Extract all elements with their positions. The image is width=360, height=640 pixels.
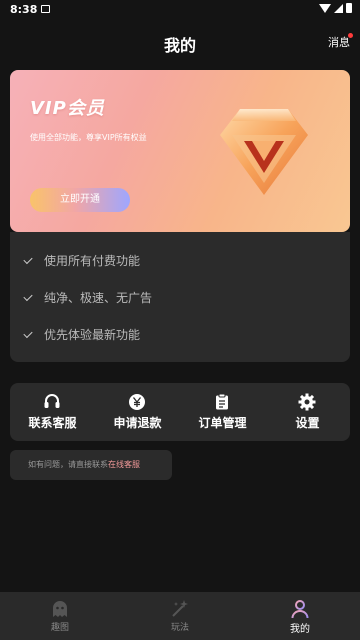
nav-label: 我的	[290, 624, 310, 635]
support-tip: 如有问题，请直接联系在线客服	[10, 450, 172, 480]
vip-card: VIP会员 使用全部功能，尊享VIP所有权益 立即开通	[10, 70, 350, 232]
image-notification-icon	[41, 5, 50, 13]
benefit-item: 纯净、极速、无广告	[23, 289, 153, 306]
open-vip-button[interactable]: 立即开通	[30, 188, 130, 212]
benefit-item: 使用所有付费功能	[23, 252, 141, 269]
status-icons	[319, 3, 352, 13]
status-bar: 8:38	[0, 0, 360, 20]
page-title: 我的	[163, 36, 196, 55]
messages-button[interactable]: 消息	[328, 33, 353, 50]
tip-text: 如有问题，请直接联系	[28, 460, 108, 469]
clipboard-icon	[216, 393, 228, 410]
wifi-icon	[319, 3, 331, 13]
vip-title: VIP会员	[30, 98, 105, 119]
order-management-button[interactable]: 订单管理	[180, 383, 265, 441]
services-panel: 联系客服 申请退款 订单管理 设置	[10, 383, 350, 441]
service-label: 订单管理	[198, 416, 247, 430]
gear-icon	[298, 393, 316, 411]
vip-benefits-list: 使用所有付费功能 纯净、极速、无广告 优先体验最新功能	[10, 232, 350, 362]
header: 我的 消息	[0, 24, 360, 60]
yen-icon	[129, 394, 145, 410]
unread-dot	[348, 33, 353, 38]
benefit-label: 优先体验最新功能	[44, 328, 141, 342]
signal-icon	[334, 3, 343, 13]
service-label: 设置	[295, 416, 320, 430]
nav-label: 趣图	[50, 623, 69, 633]
messages-label: 消息	[328, 36, 350, 49]
online-support-link[interactable]: 在线客服	[108, 460, 140, 469]
diamond-icon	[220, 109, 308, 195]
refund-button[interactable]: 申请退款	[95, 383, 180, 441]
benefit-label: 纯净、极速、无广告	[44, 291, 153, 305]
check-icon	[23, 254, 33, 264]
benefit-item: 优先体验最新功能	[23, 326, 141, 343]
headset-icon	[44, 394, 60, 408]
status-time: 8:38	[10, 3, 38, 16]
service-label: 联系客服	[28, 416, 77, 430]
bottom-nav: 趣图 玩法 我的	[0, 592, 360, 640]
battery-icon	[346, 3, 352, 13]
service-label: 申请退款	[113, 416, 162, 430]
check-icon	[23, 291, 33, 301]
nav-item-mine[interactable]: 我的	[240, 592, 360, 640]
check-icon	[23, 328, 33, 338]
nav-label: 玩法	[170, 623, 189, 633]
vip-description: 使用全部功能，尊享VIP所有权益	[30, 133, 147, 142]
person-icon	[291, 600, 309, 619]
sparkle-icon	[172, 600, 188, 617]
benefit-label: 使用所有付费功能	[44, 254, 141, 268]
ghost-icon	[53, 601, 67, 617]
settings-button[interactable]: 设置	[265, 383, 350, 441]
nav-item-fun-pics[interactable]: 趣图	[0, 592, 120, 640]
nav-item-gameplay[interactable]: 玩法	[120, 592, 240, 640]
contact-support-button[interactable]: 联系客服	[10, 383, 95, 441]
